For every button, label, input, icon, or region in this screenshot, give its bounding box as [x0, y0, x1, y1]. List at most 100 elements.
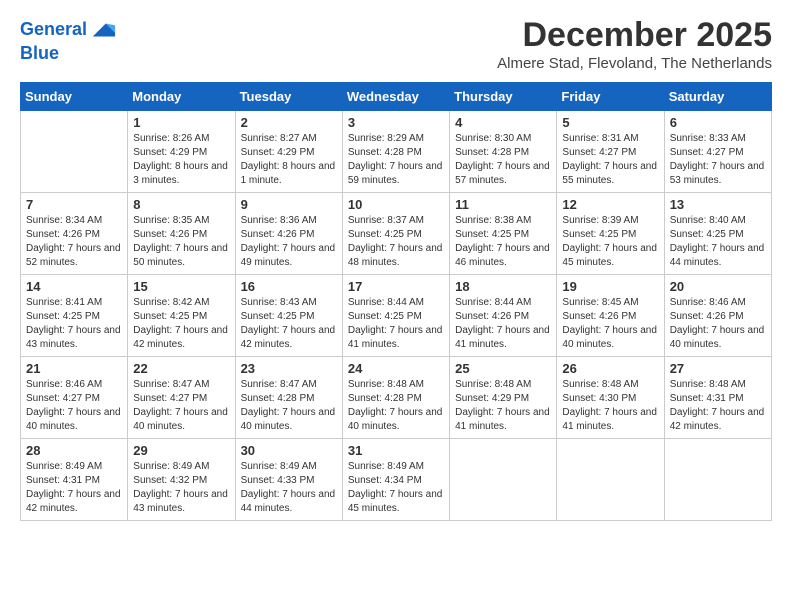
sunset-text: Sunset: 4:27 PM: [133, 392, 229, 406]
logo-icon: [89, 16, 117, 44]
daylight-text: Daylight: 7 hours and 40 minutes.: [241, 406, 337, 434]
daylight-text: Daylight: 8 hours and 1 minute.: [241, 160, 337, 188]
cell-info: Sunrise: 8:48 AMSunset: 4:28 PMDaylight:…: [348, 378, 444, 434]
cell-info: Sunrise: 8:29 AMSunset: 4:28 PMDaylight:…: [348, 132, 444, 188]
cell-day-number: 3: [348, 115, 444, 130]
daylight-text: Daylight: 7 hours and 57 minutes.: [455, 160, 551, 188]
calendar-week-row: 7Sunrise: 8:34 AMSunset: 4:26 PMDaylight…: [21, 193, 772, 275]
sunrise-text: Sunrise: 8:46 AM: [670, 296, 766, 310]
sunrise-text: Sunrise: 8:48 AM: [670, 378, 766, 392]
cell-info: Sunrise: 8:31 AMSunset: 4:27 PMDaylight:…: [562, 132, 658, 188]
daylight-text: Daylight: 7 hours and 40 minutes.: [562, 324, 658, 352]
sunrise-text: Sunrise: 8:41 AM: [26, 296, 122, 310]
daylight-text: Daylight: 7 hours and 41 minutes.: [455, 406, 551, 434]
weekday-header-saturday: Saturday: [664, 83, 771, 111]
weekday-header-friday: Friday: [557, 83, 664, 111]
calendar-week-row: 21 Sunrise: 8:46 AMSunset: 4:27 PMDayligh…: [21, 357, 772, 439]
weekday-header-wednesday: Wednesday: [342, 83, 449, 111]
sunset-text: Sunset: 4:32 PM: [133, 474, 229, 488]
calendar-cell: 12Sunrise: 8:39 AMSunset: 4:25 PMDayligh…: [557, 193, 664, 275]
weekday-header-monday: Monday: [128, 83, 235, 111]
cell-info: Sunrise: 8:34 AMSunset: 4:26 PMDaylight:…: [26, 214, 122, 270]
sunrise-text: Sunrise: 8:34 AM: [26, 214, 122, 228]
calendar-cell: 16Sunrise: 8:43 AMSunset: 4:25 PMDayligh…: [235, 275, 342, 357]
sunset-text: Sunset: 4:25 PM: [241, 310, 337, 324]
cell-info: Sunrise: 8:36 AMSunset: 4:26 PMDaylight:…: [241, 214, 337, 270]
title-area: December 2025 Almere Stad, Flevoland, Th…: [497, 16, 772, 72]
header: General Blue December 2025 Almere Stad, …: [20, 16, 772, 72]
daylight-text: Daylight: 7 hours and 40 minutes.: [26, 406, 122, 434]
sunset-text: Sunset: 4:30 PM: [562, 392, 658, 406]
cell-day-number: 9: [241, 197, 337, 212]
cell-info: Sunrise: 8:46 AMSunset: 4:27 PMDaylight:…: [26, 378, 122, 434]
daylight-text: Daylight: 7 hours and 59 minutes.: [348, 160, 444, 188]
cell-day-number: 19: [562, 279, 658, 294]
calendar-cell: 15Sunrise: 8:42 AMSunset: 4:25 PMDayligh…: [128, 275, 235, 357]
cell-info: Sunrise: 8:46 AMSunset: 4:26 PMDaylight:…: [670, 296, 766, 352]
cell-info: Sunrise: 8:49 AMSunset: 4:31 PMDaylight:…: [26, 460, 122, 516]
daylight-text: Daylight: 7 hours and 42 minutes.: [241, 324, 337, 352]
sunset-text: Sunset: 4:28 PM: [241, 392, 337, 406]
cell-day-number: 5: [562, 115, 658, 130]
cell-info: Sunrise: 8:49 AMSunset: 4:32 PMDaylight:…: [133, 460, 229, 516]
sunset-text: Sunset: 4:26 PM: [133, 228, 229, 242]
cell-day-number: 29: [133, 443, 229, 458]
sunset-text: Sunset: 4:29 PM: [133, 146, 229, 160]
sunrise-text: Sunrise: 8:45 AM: [562, 296, 658, 310]
sunrise-text: Sunrise: 8:47 AM: [133, 378, 229, 392]
calendar-cell: 4Sunrise: 8:30 AMSunset: 4:28 PMDaylight…: [450, 111, 557, 193]
daylight-text: Daylight: 7 hours and 55 minutes.: [562, 160, 658, 188]
sunrise-text: Sunrise: 8:49 AM: [241, 460, 337, 474]
weekday-header-row: SundayMondayTuesdayWednesdayThursdayFrid…: [21, 83, 772, 111]
calendar-cell: 29 Sunrise: 8:49 AMSunset: 4:32 PMDayligh…: [128, 439, 235, 521]
cell-day-number: 14: [26, 279, 122, 294]
calendar-cell: 10Sunrise: 8:37 AMSunset: 4:25 PMDayligh…: [342, 193, 449, 275]
calendar-cell: 13Sunrise: 8:40 AMSunset: 4:25 PMDayligh…: [664, 193, 771, 275]
calendar-cell: 31Sunrise: 8:49 AMSunset: 4:34 PMDayligh…: [342, 439, 449, 521]
sunrise-text: Sunrise: 8:27 AM: [241, 132, 337, 146]
cell-day-number: 31: [348, 443, 444, 458]
calendar-cell: 7Sunrise: 8:34 AMSunset: 4:26 PMDaylight…: [21, 193, 128, 275]
sunset-text: Sunset: 4:31 PM: [670, 392, 766, 406]
cell-info: Sunrise: 8:30 AMSunset: 4:28 PMDaylight:…: [455, 132, 551, 188]
sunset-text: Sunset: 4:27 PM: [562, 146, 658, 160]
location-title: Almere Stad, Flevoland, The Netherlands: [497, 55, 772, 72]
calendar-cell: 25Sunrise: 8:48 AMSunset: 4:29 PMDayligh…: [450, 357, 557, 439]
daylight-text: Daylight: 8 hours and 3 minutes.: [133, 160, 229, 188]
sunrise-text: Sunrise: 8:38 AM: [455, 214, 551, 228]
cell-day-number: 24: [348, 361, 444, 376]
cell-info: Sunrise: 8:48 AMSunset: 4:29 PMDaylight:…: [455, 378, 551, 434]
calendar-cell: [450, 439, 557, 521]
cell-info: Sunrise: 8:49 AMSunset: 4:33 PMDaylight:…: [241, 460, 337, 516]
cell-day-number: 11: [455, 197, 551, 212]
calendar-cell: 17Sunrise: 8:44 AMSunset: 4:25 PMDayligh…: [342, 275, 449, 357]
calendar-cell: 14Sunrise: 8:41 AMSunset: 4:25 PMDayligh…: [21, 275, 128, 357]
logo-text: General: [20, 20, 87, 40]
calendar-week-row: 1Sunrise: 8:26 AMSunset: 4:29 PMDaylight…: [21, 111, 772, 193]
cell-info: Sunrise: 8:45 AMSunset: 4:26 PMDaylight:…: [562, 296, 658, 352]
sunset-text: Sunset: 4:27 PM: [670, 146, 766, 160]
logo-text2: Blue: [20, 44, 117, 64]
cell-day-number: 8: [133, 197, 229, 212]
cell-day-number: 23: [241, 361, 337, 376]
calendar-cell: 27Sunrise: 8:48 AMSunset: 4:31 PMDayligh…: [664, 357, 771, 439]
cell-info: Sunrise: 8:48 AMSunset: 4:30 PMDaylight:…: [562, 378, 658, 434]
sunset-text: Sunset: 4:34 PM: [348, 474, 444, 488]
daylight-text: Daylight: 7 hours and 43 minutes.: [133, 488, 229, 516]
sunset-text: Sunset: 4:26 PM: [562, 310, 658, 324]
daylight-text: Daylight: 7 hours and 42 minutes.: [133, 324, 229, 352]
cell-day-number: 21: [26, 361, 122, 376]
daylight-text: Daylight: 7 hours and 53 minutes.: [670, 160, 766, 188]
calendar-cell: 21 Sunrise: 8:46 AMSunset: 4:27 PMDayligh…: [21, 357, 128, 439]
cell-day-number: 26: [562, 361, 658, 376]
cell-info: Sunrise: 8:44 AMSunset: 4:25 PMDaylight:…: [348, 296, 444, 352]
sunrise-text: Sunrise: 8:40 AM: [670, 214, 766, 228]
sunset-text: Sunset: 4:29 PM: [241, 146, 337, 160]
sunset-text: Sunset: 4:26 PM: [670, 310, 766, 324]
calendar-table: SundayMondayTuesdayWednesdayThursdayFrid…: [20, 82, 772, 521]
cell-day-number: 2: [241, 115, 337, 130]
daylight-text: Daylight: 7 hours and 40 minutes.: [348, 406, 444, 434]
daylight-text: Daylight: 7 hours and 45 minutes.: [348, 488, 444, 516]
calendar-cell: 24 Sunrise: 8:48 AMSunset: 4:28 PMDayligh…: [342, 357, 449, 439]
cell-info: Sunrise: 8:37 AMSunset: 4:25 PMDaylight:…: [348, 214, 444, 270]
